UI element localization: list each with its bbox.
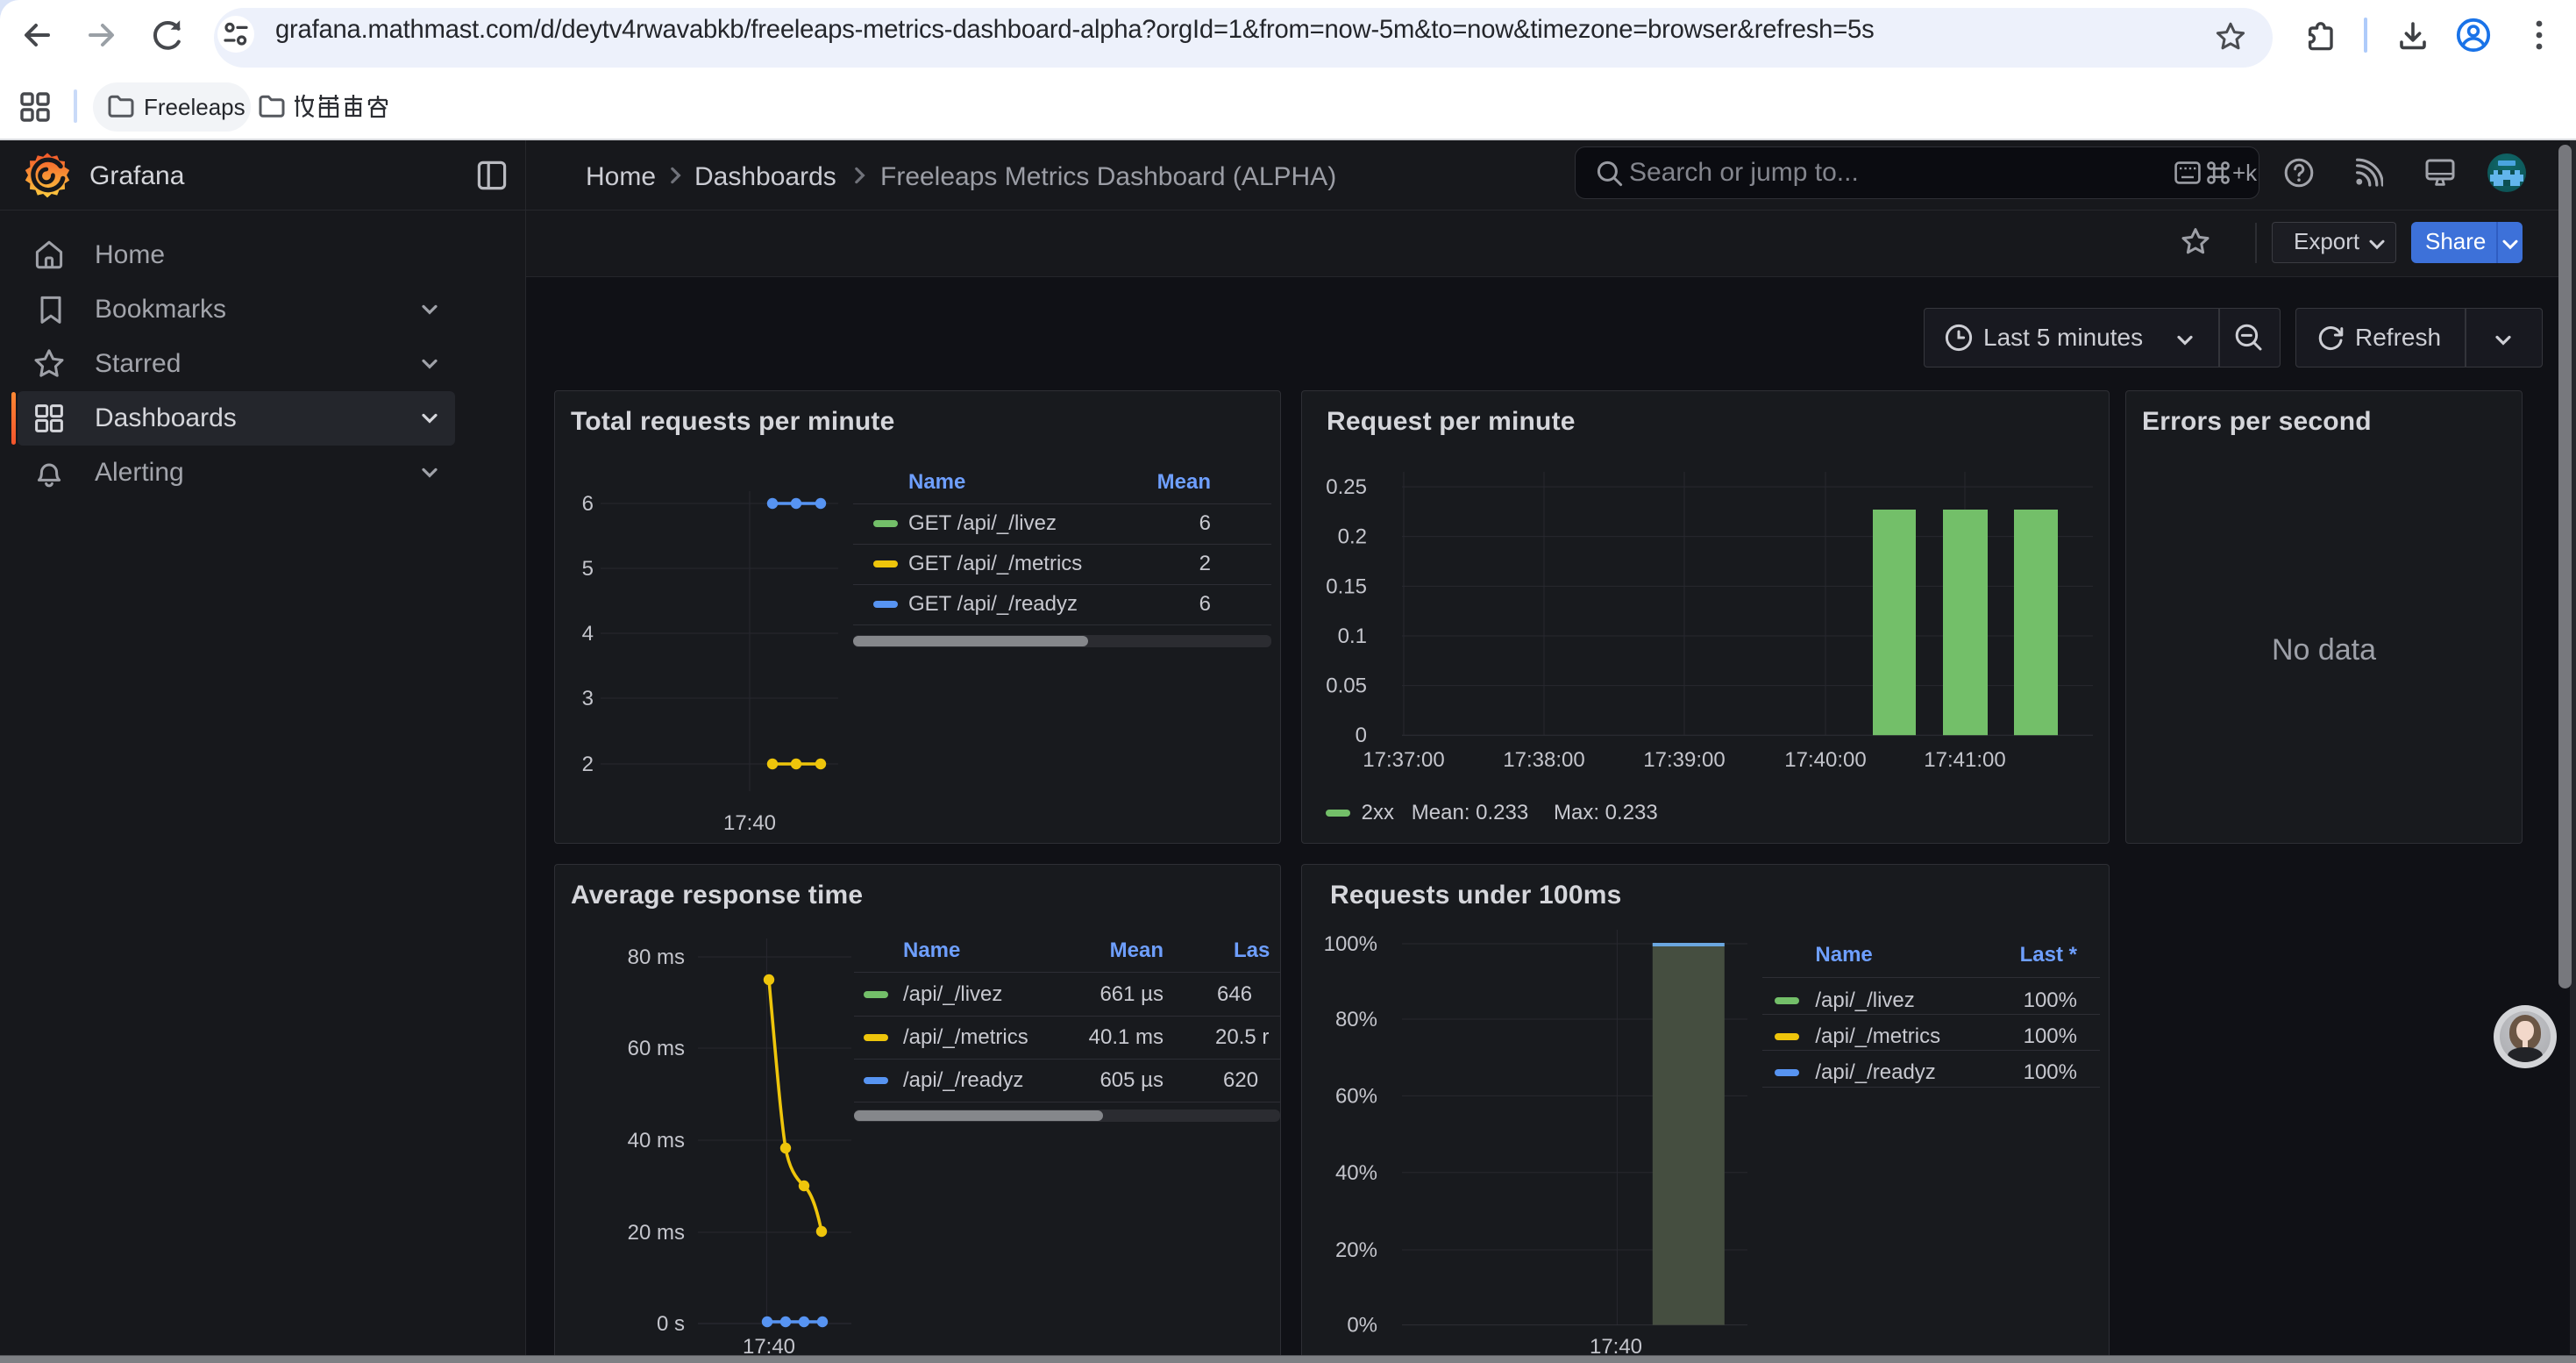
svg-text:100%: 100% bbox=[1324, 932, 1377, 956]
svg-text:17:40:00: 17:40:00 bbox=[1784, 748, 1866, 772]
svg-text:17:39:00: 17:39:00 bbox=[1643, 748, 1725, 772]
svg-text:17:38:00: 17:38:00 bbox=[1503, 748, 1584, 772]
svg-text:17:37:00: 17:37:00 bbox=[1363, 748, 1444, 772]
svg-text:20%: 20% bbox=[1335, 1238, 1377, 1262]
svg-text:0.1: 0.1 bbox=[1338, 624, 1367, 648]
svg-text:40 ms: 40 ms bbox=[628, 1129, 685, 1152]
svg-text:5: 5 bbox=[582, 557, 594, 581]
svg-text:17:41:00: 17:41:00 bbox=[1924, 748, 2005, 772]
svg-text:2: 2 bbox=[582, 753, 594, 776]
svg-text:80%: 80% bbox=[1335, 1008, 1377, 1031]
svg-text:80 ms: 80 ms bbox=[628, 946, 685, 969]
svg-text:0.15: 0.15 bbox=[1326, 574, 1367, 598]
svg-text:17:40: 17:40 bbox=[723, 811, 776, 835]
svg-text:0.05: 0.05 bbox=[1326, 674, 1367, 698]
svg-text:6: 6 bbox=[582, 492, 594, 516]
svg-text:3: 3 bbox=[582, 687, 594, 710]
svg-text:40%: 40% bbox=[1335, 1161, 1377, 1185]
svg-text:0.25: 0.25 bbox=[1326, 475, 1367, 499]
svg-text:0: 0 bbox=[1356, 724, 1367, 747]
svg-text:0%: 0% bbox=[1347, 1314, 1377, 1338]
svg-text:4: 4 bbox=[582, 622, 594, 646]
svg-text:20 ms: 20 ms bbox=[628, 1221, 685, 1245]
svg-text:0 s: 0 s bbox=[657, 1312, 685, 1336]
svg-text:60 ms: 60 ms bbox=[628, 1037, 685, 1060]
svg-text:60%: 60% bbox=[1335, 1084, 1377, 1108]
svg-text:0.2: 0.2 bbox=[1338, 525, 1367, 549]
